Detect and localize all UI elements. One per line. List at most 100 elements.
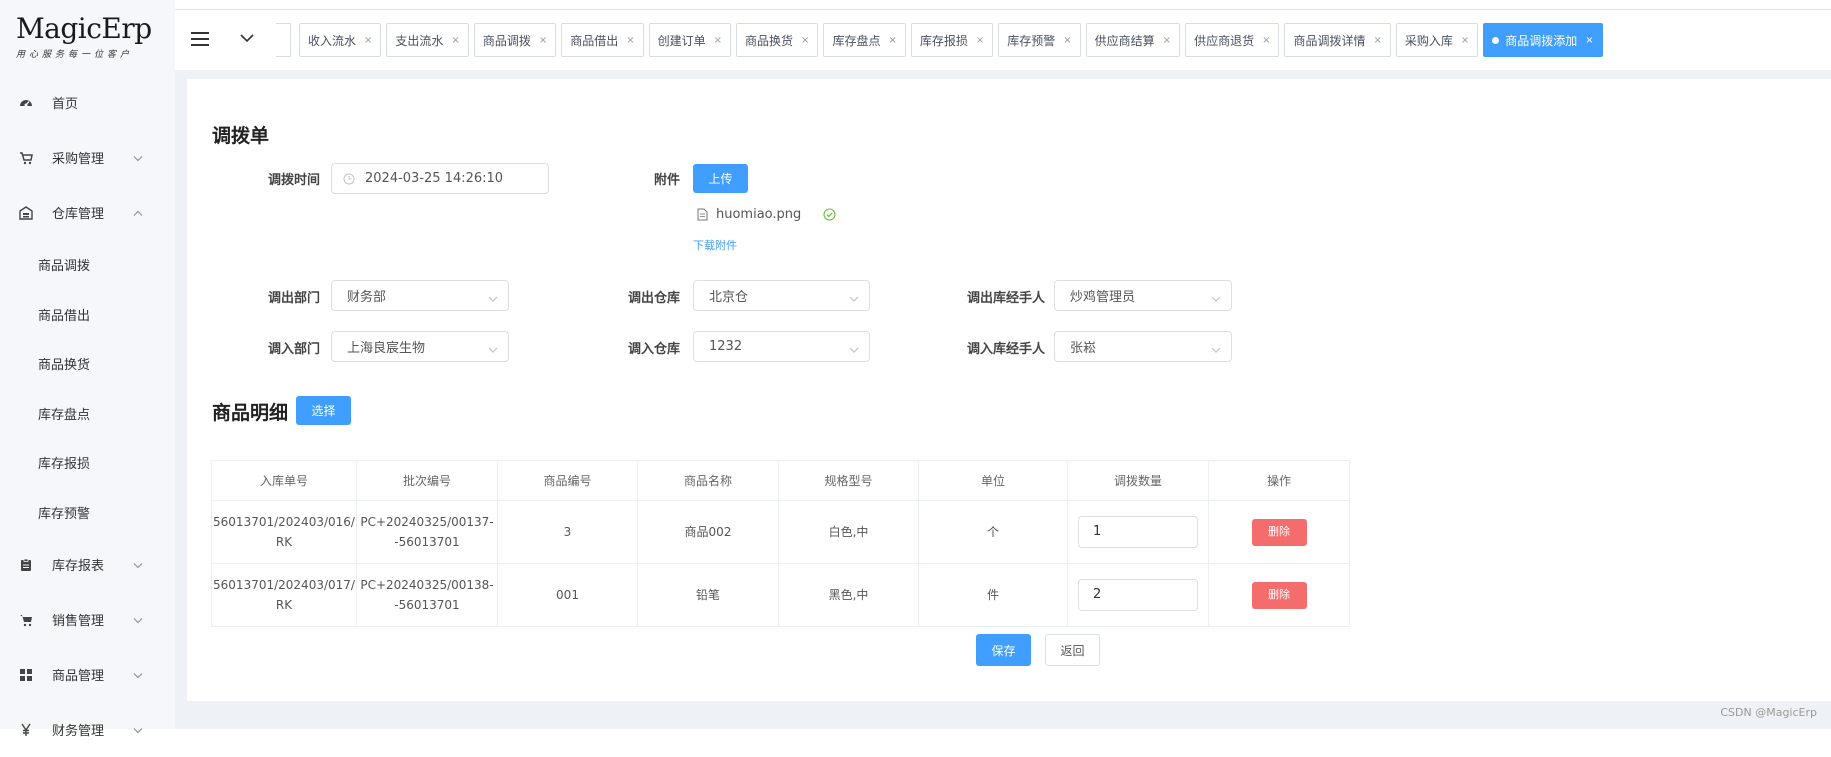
sidebar-subitem-lend[interactable]: 商品借出 (0, 290, 175, 340)
out-dept-select[interactable]: 财务部 (331, 280, 509, 311)
select-goods-button[interactable]: 选择 (296, 396, 351, 425)
out-wh-value: 北京仓 (709, 286, 748, 305)
sidebar-item-warehouse[interactable]: 仓库管理 (0, 185, 175, 240)
close-icon[interactable]: × (364, 35, 372, 46)
tab-loss[interactable]: 库存报损 × (911, 23, 993, 57)
tab-label: 库存报损 (920, 32, 968, 49)
in-handler-value: 张崧 (1070, 337, 1096, 356)
in-dept-label: 调入部门 (230, 338, 320, 357)
tab-label: 商品调拨详情 (1293, 32, 1365, 49)
sidebar-item-sales[interactable]: 销售管理 (0, 592, 175, 647)
close-icon[interactable]: × (1163, 35, 1171, 46)
tab-label: 收入流水 (308, 32, 356, 49)
active-dot-icon (1492, 37, 1499, 44)
chevron-down-icon (849, 291, 859, 306)
tab-label: 采购入库 (1405, 32, 1453, 49)
top-border (0, 0, 1831, 10)
tab-transfer[interactable]: 商品调拨× (474, 23, 556, 57)
out-warehouse-select[interactable]: 北京仓 (693, 280, 870, 311)
close-icon[interactable]: × (626, 35, 634, 46)
goods-name-cell: 商品002 (638, 501, 779, 564)
in-warehouse-select[interactable]: 1232 (693, 331, 870, 362)
watermark: CSDN @MagicErp (1720, 706, 1817, 719)
chevron-down-icon (488, 291, 498, 306)
tab-warning[interactable]: 库存预警 × (998, 23, 1080, 57)
sidebar-item-finance[interactable]: 财务管理 (0, 702, 175, 757)
in-handler-label: 调入库经手人 (930, 338, 1045, 357)
inbound-no-cell: 56013701/202403/016/RK (212, 501, 357, 564)
upload-button[interactable]: 上传 (693, 164, 748, 193)
close-icon[interactable]: × (714, 35, 722, 46)
close-icon[interactable]: × (1461, 35, 1469, 46)
close-icon[interactable]: × (451, 35, 459, 46)
out-handler-select[interactable]: 炒鸡管理员 (1054, 280, 1232, 311)
sidebar-item-report[interactable]: 库存报表 (0, 537, 175, 592)
column-header: 批次编号 (357, 461, 498, 501)
tab-purchase-inbound[interactable]: 采购入库 × (1396, 23, 1478, 57)
sidebar-subitem-exchange[interactable]: 商品换货 (0, 339, 175, 389)
transfer-time-input[interactable]: 2024-03-25 14:26:10 (331, 163, 549, 194)
form-title: 调拨单 (212, 121, 269, 148)
tab-supplier-settle[interactable]: 供应商结算× (1086, 23, 1180, 57)
save-button[interactable]: 保存 (976, 634, 1031, 666)
sidebar-item-goods[interactable]: 商品管理 (0, 647, 175, 702)
cart-icon (18, 612, 34, 628)
tab-label: 商品调拨添加 (1505, 32, 1577, 49)
in-dept-select[interactable]: 上海良宸生物 (331, 331, 509, 362)
tab-transfer-add[interactable]: 商品调拨添加 × (1483, 23, 1602, 57)
chevron-up-icon (133, 205, 143, 220)
goods-code-cell: 001 (498, 564, 638, 627)
in-dept-value: 上海良宸生物 (347, 337, 425, 356)
sidebar-item-label: 采购管理 (52, 148, 104, 167)
uploaded-file[interactable]: huomiao.png (697, 207, 836, 222)
chevron-down-icon (133, 722, 143, 737)
top-header: 收入流水 × 支出流水 × 商品调拨× 商品借出× 创建订单× 商品换货× 库存盘点… (175, 10, 1831, 70)
tab-exchange[interactable]: 商品换货× (736, 23, 818, 57)
dashboard-icon (18, 95, 34, 111)
download-attachment-link[interactable]: 下载附件 (693, 237, 737, 253)
chevron-down-icon (1211, 291, 1221, 306)
goods-name-cell: 铅笔 (638, 564, 779, 627)
tab-income[interactable]: 收入流水 × (299, 23, 381, 57)
tab-label: 供应商退货 (1194, 32, 1254, 49)
tab-label: 库存预警 (1007, 32, 1055, 49)
delete-button[interactable]: 删除 (1252, 582, 1307, 609)
close-icon[interactable]: × (1262, 35, 1270, 46)
back-button[interactable]: 返回 (1045, 634, 1100, 666)
sidebar-subitem-warning[interactable]: 库存预警 (0, 488, 175, 538)
out-handler-label: 调出库经手人 (930, 287, 1045, 306)
tab-lend[interactable]: 商品借出× (561, 23, 643, 57)
tab-label: 支出流水 (395, 32, 443, 49)
in-handler-select[interactable]: 张崧 (1054, 331, 1232, 362)
logo[interactable]: MagicErp 用心服务每一位客户 (16, 14, 166, 64)
close-icon[interactable]: × (1585, 35, 1593, 46)
logo-brand: MagicErp (16, 14, 166, 44)
hamburger-icon[interactable] (189, 28, 211, 50)
tab-create-order[interactable]: 创建订单× (649, 23, 731, 57)
quantity-input[interactable]: 1 (1078, 516, 1198, 548)
spec-cell: 白色,中 (779, 501, 919, 564)
sidebar-item-purchase[interactable]: 采购管理 (0, 130, 175, 185)
close-icon[interactable]: × (1373, 35, 1381, 46)
unit-cell: 个 (919, 501, 1068, 564)
tab-transfer-detail[interactable]: 商品调拨详情 × (1284, 23, 1390, 57)
close-icon[interactable]: × (1063, 35, 1071, 46)
unit-cell: 件 (919, 564, 1068, 627)
sidebar-subitem-loss[interactable]: 库存报损 (0, 438, 175, 488)
close-icon[interactable]: × (801, 35, 809, 46)
close-icon[interactable]: × (888, 35, 896, 46)
tab-stocktake[interactable]: 库存盘点× (823, 23, 905, 57)
goods-code-cell: 3 (498, 501, 638, 564)
sidebar-subitem-transfer[interactable]: 商品调拨 (0, 240, 175, 290)
close-icon[interactable]: × (539, 35, 547, 46)
success-check-icon (823, 208, 836, 221)
quantity-input[interactable]: 2 (1078, 579, 1198, 611)
tab-expense[interactable]: 支出流水 × (386, 23, 468, 57)
chevron-down-icon[interactable] (239, 30, 255, 46)
close-icon[interactable]: × (976, 35, 984, 46)
tab-supplier-return[interactable]: 供应商退货 × (1185, 23, 1279, 57)
sidebar-subitem-stocktake[interactable]: 库存盘点 (0, 389, 175, 439)
sidebar-item-home[interactable]: 首页 (0, 75, 175, 130)
delete-button[interactable]: 删除 (1252, 519, 1307, 546)
batch-no-cell: PC+20240325/00137--56013701 (357, 501, 498, 564)
